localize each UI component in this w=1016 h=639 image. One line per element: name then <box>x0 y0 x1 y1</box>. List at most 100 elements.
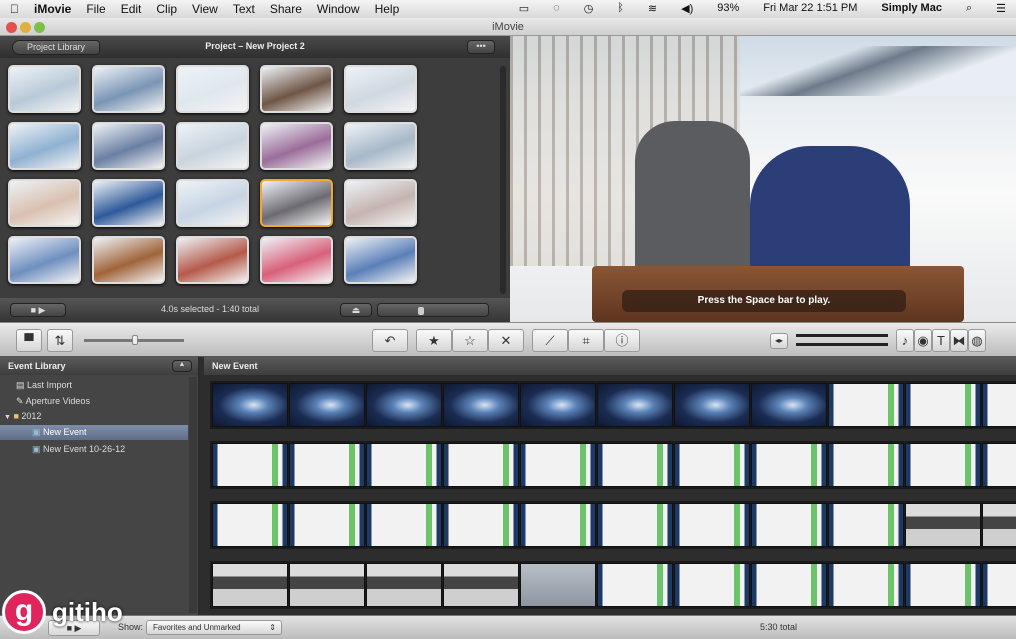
volume-icon[interactable]: ◀) <box>681 2 693 15</box>
viewer[interactable]: Press the Space bar to play. <box>510 36 1016 322</box>
project-clip-thumbnail[interactable] <box>8 65 81 113</box>
filmstrip-frame[interactable] <box>289 563 365 607</box>
filmstrip-frame[interactable] <box>212 503 288 547</box>
filmstrip-frame[interactable] <box>443 443 519 487</box>
disclosure-triangle-icon[interactable]: ▼ <box>4 414 11 421</box>
project-clip-thumbnail[interactable] <box>92 236 165 284</box>
bluetooth-icon[interactable]: ᛒ <box>617 2 624 15</box>
project-clip-thumbnail[interactable] <box>176 122 249 170</box>
project-clip-thumbnail[interactable] <box>176 236 249 284</box>
swap-panels-button[interactable]: ⇅ <box>47 329 73 352</box>
filmstrip-frame[interactable] <box>905 563 981 607</box>
project-clip-thumbnail[interactable] <box>176 179 249 227</box>
info-button[interactable]: ⓘ <box>604 329 640 352</box>
notifications-icon[interactable]: ☰ <box>996 2 1006 15</box>
camera-import-button[interactable]: ▀ <box>16 329 42 352</box>
transitions-browser-button[interactable]: ⧓ <box>950 329 968 352</box>
filmstrip-frame[interactable] <box>674 503 750 547</box>
maps-browser-button[interactable]: ◍ <box>968 329 986 352</box>
menu-share[interactable]: Share <box>270 2 302 16</box>
event-item-new-event[interactable]: ▣ New Event <box>0 425 188 440</box>
filmstrip-frame[interactable] <box>751 443 827 487</box>
filmstrip-frame[interactable] <box>751 503 827 547</box>
filmstrip-frame[interactable] <box>366 383 442 427</box>
minimize-button[interactable] <box>20 22 31 33</box>
filmstrip-frame[interactable] <box>674 443 750 487</box>
play-project-button[interactable]: ■ ▶ <box>10 303 66 317</box>
filmstrip-frame[interactable] <box>674 563 750 607</box>
filmstrip-frame[interactable] <box>597 503 673 547</box>
crop-button[interactable]: ⌗ <box>568 329 604 352</box>
filmstrip-frame[interactable] <box>674 383 750 427</box>
time-machine-icon[interactable]: ◷ <box>584 2 594 15</box>
project-clip-thumbnail[interactable] <box>260 65 333 113</box>
project-clip-thumbnail[interactable] <box>176 65 249 113</box>
filmstrip-frame[interactable] <box>443 563 519 607</box>
project-clip-thumbnail[interactable] <box>260 236 333 284</box>
filmstrip-frame[interactable] <box>212 383 288 427</box>
clock[interactable]: Fri Mar 22 1:51 PM <box>763 2 857 15</box>
event-item-last-import[interactable]: ▤ Last Import <box>0 378 188 393</box>
apple-menu-icon[interactable]:  <box>10 2 19 16</box>
filmstrip-frame[interactable] <box>828 503 904 547</box>
thumbnail-size-slider[interactable] <box>377 303 489 317</box>
rotate-button[interactable]: ↶ <box>372 329 408 352</box>
event-library-scrollbar[interactable] <box>189 377 197 613</box>
zoom-slider[interactable] <box>84 335 184 345</box>
menu-app[interactable]: iMovie <box>34 2 71 16</box>
filmstrip-frame[interactable] <box>982 503 1016 547</box>
filmstrip-frame[interactable] <box>828 443 904 487</box>
filmstrip-frame[interactable] <box>443 383 519 427</box>
event-item-new-event-10-26-12[interactable]: ▣ New Event 10-26-12 <box>0 442 188 457</box>
project-scrollbar[interactable] <box>500 66 506 294</box>
filmstrip-frame[interactable] <box>597 443 673 487</box>
project-clip-thumbnail[interactable] <box>260 122 333 170</box>
project-clip-thumbnail[interactable] <box>260 179 333 227</box>
show-filter-select[interactable]: Favorites and Unmarked ⇕ <box>146 620 282 635</box>
filmstrip-frame[interactable] <box>597 563 673 607</box>
filmstrip-frame[interactable] <box>212 443 288 487</box>
event-item-aperture-videos[interactable]: ✎ Aperture Videos <box>0 394 188 409</box>
filmstrip-frame[interactable] <box>289 443 365 487</box>
menu-edit[interactable]: Edit <box>121 2 142 16</box>
menu-window[interactable]: Window <box>317 2 360 16</box>
reject-button[interactable]: ✕ <box>488 329 524 352</box>
project-clip-thumbnail[interactable] <box>92 65 165 113</box>
filmstrip-frame[interactable] <box>520 443 596 487</box>
project-clip-thumbnail[interactable] <box>344 236 417 284</box>
filmstrip-frame[interactable] <box>366 443 442 487</box>
unmark-button[interactable]: ☆ <box>452 329 488 352</box>
project-clip-thumbnail[interactable] <box>92 179 165 227</box>
clip-filmstrip[interactable] <box>210 381 1016 429</box>
user-menu[interactable]: Simply Mac <box>881 2 942 15</box>
project-clip-thumbnail[interactable] <box>344 65 417 113</box>
project-more-button[interactable]: ••• <box>467 40 495 54</box>
project-clip-thumbnail[interactable] <box>8 236 81 284</box>
filmstrip-frame[interactable] <box>520 383 596 427</box>
filmstrip-frame[interactable] <box>828 563 904 607</box>
menu-view[interactable]: View <box>192 2 218 16</box>
clip-filmstrip[interactable] <box>210 561 1016 609</box>
filmstrip-frame[interactable] <box>905 383 981 427</box>
zoom-button[interactable] <box>34 22 45 33</box>
filmstrip-frame[interactable] <box>520 563 596 607</box>
keyword-button[interactable]: ⟋ <box>532 329 568 352</box>
sync-icon[interactable]: ◌ <box>553 2 560 15</box>
project-clip-thumbnail[interactable] <box>8 122 81 170</box>
project-library-button[interactable]: Project Library <box>12 40 100 55</box>
clip-filmstrip[interactable] <box>210 441 1016 489</box>
menu-file[interactable]: File <box>86 2 105 16</box>
show-library-icon[interactable]: ▲ <box>172 360 192 372</box>
eject-icon[interactable]: ⏏ <box>340 303 372 317</box>
airplay-icon[interactable]: ▭ <box>519 2 529 15</box>
filmstrip-frame[interactable] <box>366 563 442 607</box>
filmstrip-frame[interactable] <box>982 563 1016 607</box>
filmstrip-frame[interactable] <box>289 503 365 547</box>
clip-filmstrip[interactable] <box>210 501 1016 549</box>
close-button[interactable] <box>6 22 17 33</box>
filmstrip-frame[interactable] <box>751 383 827 427</box>
battery-status[interactable]: 93% <box>717 2 739 15</box>
filmstrip-frame[interactable] <box>982 443 1016 487</box>
filmstrip-frame[interactable] <box>905 443 981 487</box>
project-clip-thumbnail[interactable] <box>344 179 417 227</box>
